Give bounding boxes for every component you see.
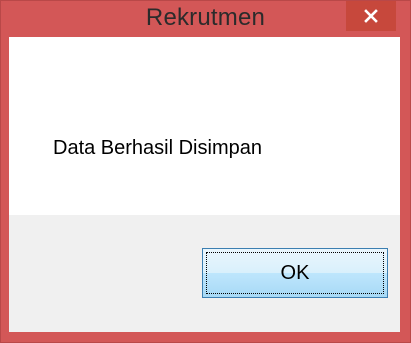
ok-button[interactable]: OK xyxy=(202,248,388,298)
title-bar[interactable]: Rekrutmen xyxy=(1,1,410,34)
close-icon xyxy=(364,9,378,23)
dialog-content: Data Berhasil Disimpan OK xyxy=(9,37,400,332)
close-button[interactable] xyxy=(346,1,396,31)
message-text: Data Berhasil Disimpan xyxy=(53,137,262,159)
button-area: OK xyxy=(9,215,400,332)
ok-button-label: OK xyxy=(280,261,310,284)
dialog-window: Rekrutmen Data Berhasil Disimpan OK xyxy=(0,0,411,343)
